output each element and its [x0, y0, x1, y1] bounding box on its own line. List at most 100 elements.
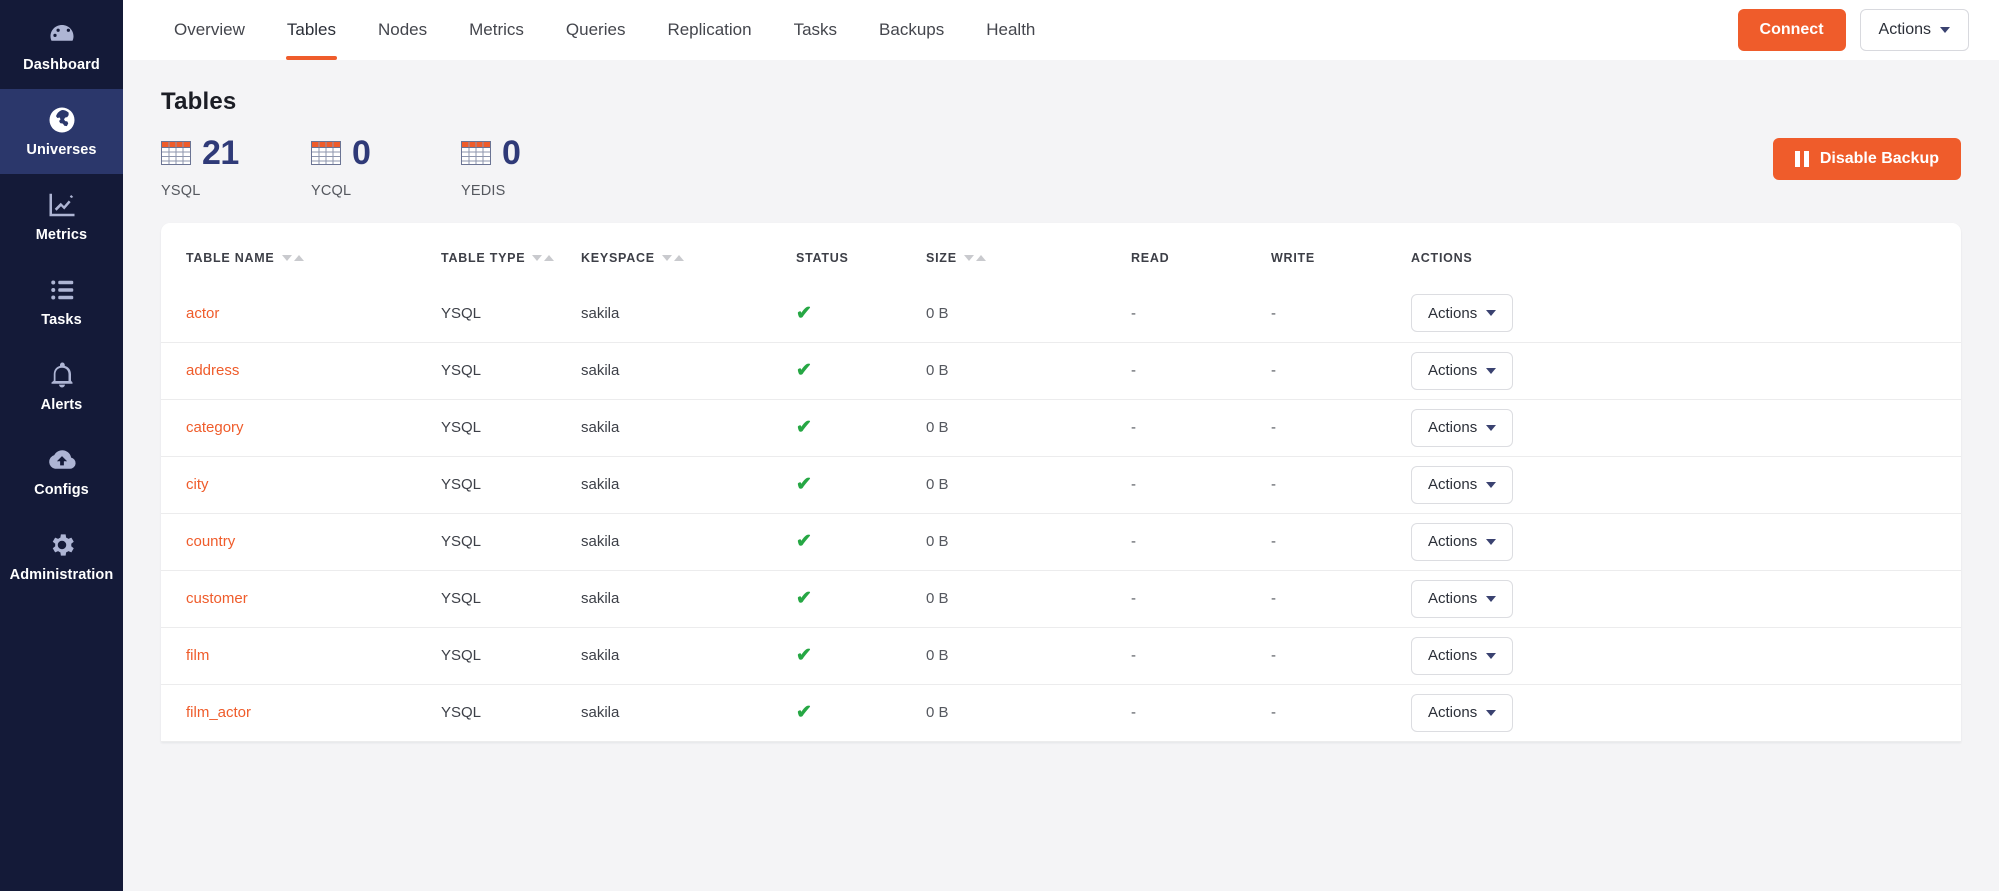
row-actions-dropdown[interactable]: Actions — [1411, 294, 1513, 332]
table-header: TABLE NAMETABLE TYPEKEYSPACESTATUSSIZERE… — [161, 223, 1961, 285]
cell-actions: Actions — [1411, 570, 1961, 627]
tab-tables[interactable]: Tables — [266, 0, 357, 60]
column-header-label: READ — [1131, 251, 1169, 265]
table-name-link[interactable]: actor — [186, 305, 219, 322]
table-grid-icon — [161, 141, 191, 165]
cell-size: 0 B — [926, 513, 1131, 570]
sidebar: Dashboard Universes Metrics TasksAlertsConf… — [0, 0, 123, 891]
sidebar-item-dashboard[interactable]: Dashboard — [0, 4, 123, 89]
cell-write: - — [1271, 456, 1411, 513]
tab-health[interactable]: Health — [965, 0, 1056, 60]
cell-table-name: category — [161, 399, 441, 456]
cell-status: ✔ — [796, 399, 926, 456]
table-row: addressYSQLsakila✔0 B--Actions — [161, 342, 1961, 399]
sidebar-item-configs[interactable]: Configs — [0, 429, 123, 514]
cell-table-type: YSQL — [441, 285, 581, 342]
stat-value-row: 0 — [311, 132, 461, 174]
column-header-table-name[interactable]: TABLE NAME — [161, 223, 441, 285]
row-actions-dropdown[interactable]: Actions — [1411, 466, 1513, 504]
bell-icon — [47, 360, 77, 390]
table-row: cityYSQLsakila✔0 B--Actions — [161, 456, 1961, 513]
tab-overview[interactable]: Overview — [153, 0, 266, 60]
check-icon: ✔ — [796, 588, 812, 609]
row-actions-label: Actions — [1428, 647, 1477, 664]
sidebar-item-tasks[interactable]: Tasks — [0, 259, 123, 344]
column-header-label: SIZE — [926, 251, 957, 265]
table-name-link[interactable]: film — [186, 647, 209, 664]
tab-backups[interactable]: Backups — [858, 0, 965, 60]
cell-table-type: YSQL — [441, 627, 581, 684]
row-actions-label: Actions — [1428, 305, 1477, 322]
stat-label: YEDIS — [461, 183, 611, 199]
row-actions-dropdown[interactable]: Actions — [1411, 694, 1513, 732]
tables-card: TABLE NAMETABLE TYPEKEYSPACESTATUSSIZERE… — [161, 223, 1961, 742]
cell-status: ✔ — [796, 342, 926, 399]
cell-table-type: YSQL — [441, 513, 581, 570]
row-actions-label: Actions — [1428, 704, 1477, 721]
row-actions-dropdown[interactable]: Actions — [1411, 409, 1513, 447]
table-name-link[interactable]: country — [186, 533, 235, 550]
top-navigation-bar: OverviewTablesNodesMetricsQueriesReplica… — [123, 0, 1999, 60]
sort-toggle-icon[interactable] — [662, 255, 684, 261]
table-name-link[interactable]: category — [186, 419, 244, 436]
sidebar-item-metrics[interactable]: Metrics — [0, 174, 123, 259]
tab-bar: OverviewTablesNodesMetricsQueriesReplica… — [153, 0, 1056, 60]
sort-toggle-icon[interactable] — [532, 255, 554, 261]
table-row: film_actorYSQLsakila✔0 B--Actions — [161, 684, 1961, 741]
cell-table-type: YSQL — [441, 684, 581, 741]
tab-queries[interactable]: Queries — [545, 0, 647, 60]
row-actions-dropdown[interactable]: Actions — [1411, 637, 1513, 675]
cell-status: ✔ — [796, 513, 926, 570]
column-header-size[interactable]: SIZE — [926, 223, 1131, 285]
row-actions-dropdown[interactable]: Actions — [1411, 352, 1513, 390]
stat-value: 0 — [502, 136, 520, 170]
disable-backup-button[interactable]: Disable Backup — [1773, 138, 1961, 180]
column-header-table-type[interactable]: TABLE TYPE — [441, 223, 581, 285]
cell-size: 0 B — [926, 399, 1131, 456]
cell-write: - — [1271, 513, 1411, 570]
table-row: categoryYSQLsakila✔0 B--Actions — [161, 399, 1961, 456]
tab-metrics[interactable]: Metrics — [448, 0, 545, 60]
tab-replication[interactable]: Replication — [646, 0, 772, 60]
cell-read: - — [1131, 285, 1271, 342]
chevron-down-icon — [1486, 710, 1496, 716]
cell-table-type: YSQL — [441, 399, 581, 456]
sidebar-item-administration[interactable]: Administration — [0, 514, 123, 599]
sidebar-item-label: Dashboard — [23, 57, 100, 73]
cell-status: ✔ — [796, 627, 926, 684]
chevron-down-icon — [1486, 310, 1496, 316]
row-actions-dropdown[interactable]: Actions — [1411, 580, 1513, 618]
stats-group: 21YSQL0YCQL0YEDIS — [161, 132, 611, 199]
cloud-upload-icon — [47, 445, 77, 475]
column-header-keyspace[interactable]: KEYSPACE — [581, 223, 796, 285]
connect-button[interactable]: Connect — [1738, 9, 1846, 51]
topnav-actions-dropdown[interactable]: Actions — [1860, 9, 1969, 51]
table-row: filmYSQLsakila✔0 B--Actions — [161, 627, 1961, 684]
row-actions-dropdown[interactable]: Actions — [1411, 523, 1513, 561]
cell-table-name: city — [161, 456, 441, 513]
cell-size: 0 B — [926, 342, 1131, 399]
table-header-row: TABLE NAMETABLE TYPEKEYSPACESTATUSSIZERE… — [161, 223, 1961, 285]
sort-toggle-icon[interactable] — [282, 255, 304, 261]
table-name-link[interactable]: city — [186, 476, 209, 493]
topnav-action-buttons: Connect Actions — [1738, 0, 1975, 60]
cell-size: 0 B — [926, 684, 1131, 741]
list-icon — [47, 275, 77, 305]
page-content: Tables 21YSQL0YCQL0YEDIS Disable Backup — [123, 60, 1999, 742]
stat-label: YSQL — [161, 183, 311, 199]
sidebar-item-alerts[interactable]: Alerts — [0, 344, 123, 429]
check-icon: ✔ — [796, 645, 812, 666]
cell-size: 0 B — [926, 570, 1131, 627]
table-name-link[interactable]: film_actor — [186, 704, 251, 721]
chevron-down-icon — [1486, 596, 1496, 602]
row-actions-label: Actions — [1428, 419, 1477, 436]
tab-tasks[interactable]: Tasks — [773, 0, 858, 60]
sidebar-item-label: Metrics — [36, 227, 87, 243]
table-name-link[interactable]: address — [186, 362, 239, 379]
sort-toggle-icon[interactable] — [964, 255, 986, 261]
table-name-link[interactable]: customer — [186, 590, 248, 607]
tab-nodes[interactable]: Nodes — [357, 0, 448, 60]
table-grid-icon — [461, 141, 491, 165]
sidebar-item-universes[interactable]: Universes — [0, 89, 123, 174]
cell-write: - — [1271, 684, 1411, 741]
